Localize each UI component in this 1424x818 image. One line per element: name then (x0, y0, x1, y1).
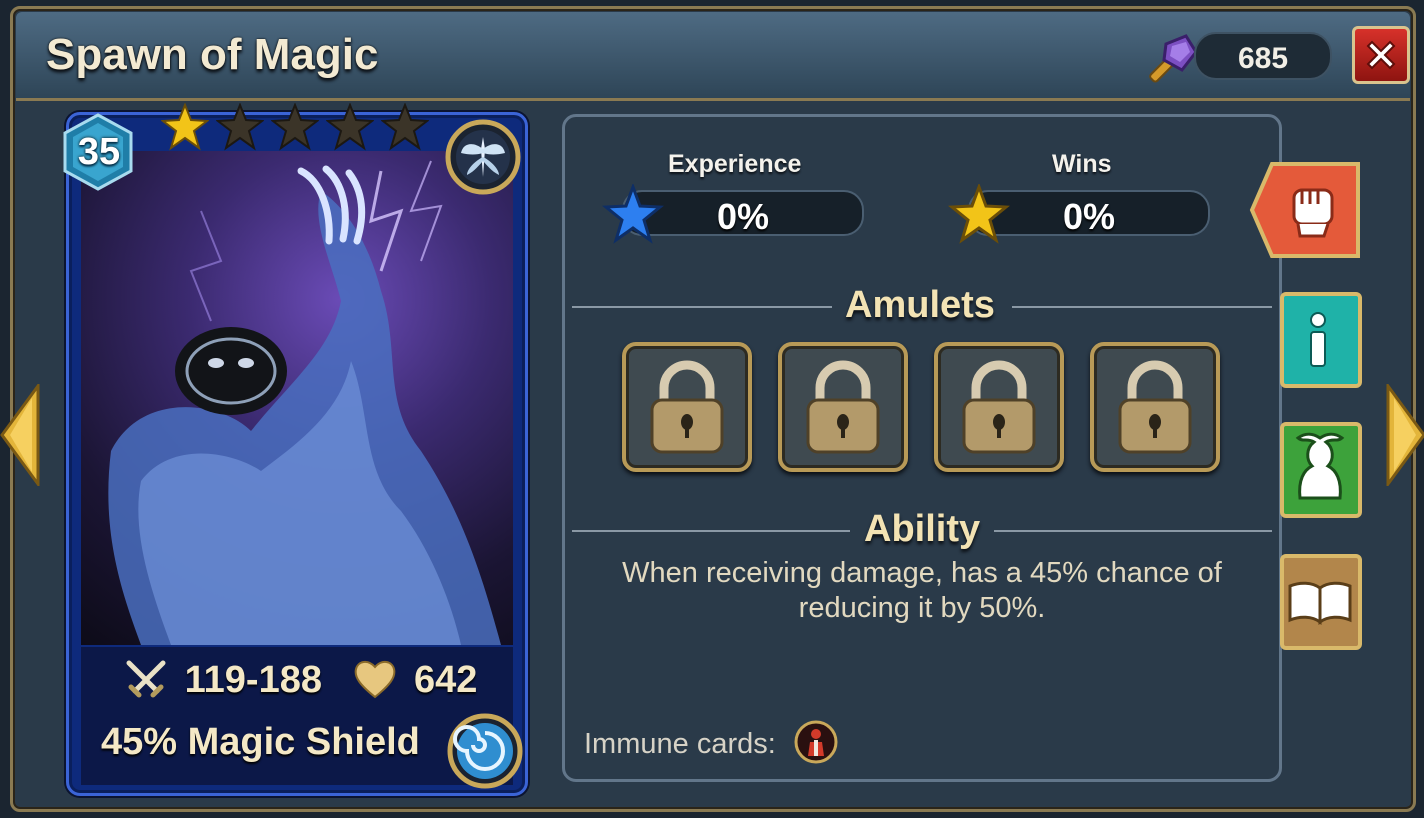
arrow-left-icon[interactable] (0, 384, 40, 486)
crossed-swords-icon (126, 660, 166, 698)
creature-card: 35 119-188 642 45% Magic Shield (63, 103, 531, 796)
wins-label: Wins (1052, 150, 1112, 178)
ability-divider-right (994, 530, 1272, 532)
amulet-slot[interactable] (622, 342, 752, 472)
star-filled-icon (161, 103, 209, 151)
immune-cards-label: Immune cards: (584, 728, 776, 760)
window-title: Spawn of Magic (46, 30, 379, 79)
padlock-icon (650, 360, 724, 454)
padlock-icon (1118, 360, 1192, 454)
card-health: 642 (413, 658, 478, 701)
fist-icon (1292, 188, 1334, 238)
book-tab[interactable] (1280, 552, 1362, 652)
close-button[interactable] (1352, 26, 1410, 84)
star-empty-icon (216, 103, 264, 151)
water-swirl-icon (447, 713, 523, 789)
purple-hammer-icon (1149, 34, 1198, 83)
star-rating (161, 103, 429, 151)
amulet-slot[interactable] (778, 342, 908, 472)
currency-display: 685 (1194, 32, 1332, 80)
blue-star-icon (602, 184, 664, 244)
experience-label: Experience (668, 150, 802, 178)
card-level: 35 (77, 131, 121, 173)
star-empty-icon (326, 103, 374, 151)
currency-value: 685 (1237, 42, 1289, 75)
amulets-heading: Amulets (845, 284, 995, 326)
padlock-icon (806, 360, 880, 454)
star-empty-icon (381, 103, 429, 151)
amulet-slot[interactable] (1090, 342, 1220, 472)
info-icon (1310, 312, 1326, 367)
title-bar: Spawn of Magic 685 (16, 12, 1410, 101)
amulet-slot[interactable] (934, 342, 1064, 472)
card-artwork (81, 151, 513, 645)
immune-card-icon[interactable] (794, 720, 838, 764)
book-icon (1288, 581, 1352, 625)
info-tab[interactable] (1280, 290, 1362, 390)
amulets-divider-left (572, 306, 832, 308)
card-attack: 119-188 (184, 658, 322, 701)
padlock-icon (962, 360, 1036, 454)
fairy-emblem-icon (445, 119, 521, 195)
amulets-divider-right (1012, 306, 1272, 308)
arrow-right-icon[interactable] (1386, 384, 1424, 486)
gold-star-icon (948, 184, 1010, 244)
ability-divider-left (572, 530, 850, 532)
card-stat-row: 119-188 642 (69, 655, 531, 705)
creature-tab[interactable] (1280, 420, 1362, 520)
ability-description: When receiving damage, has a 45% chance … (622, 557, 1222, 624)
fight-tab[interactable] (1248, 160, 1364, 260)
star-empty-icon (271, 103, 319, 151)
close-icon (1366, 40, 1396, 70)
card-ability-name: 45% Magic Shield (101, 721, 420, 763)
heart-icon (354, 661, 396, 699)
ability-heading: Ability (864, 508, 981, 550)
